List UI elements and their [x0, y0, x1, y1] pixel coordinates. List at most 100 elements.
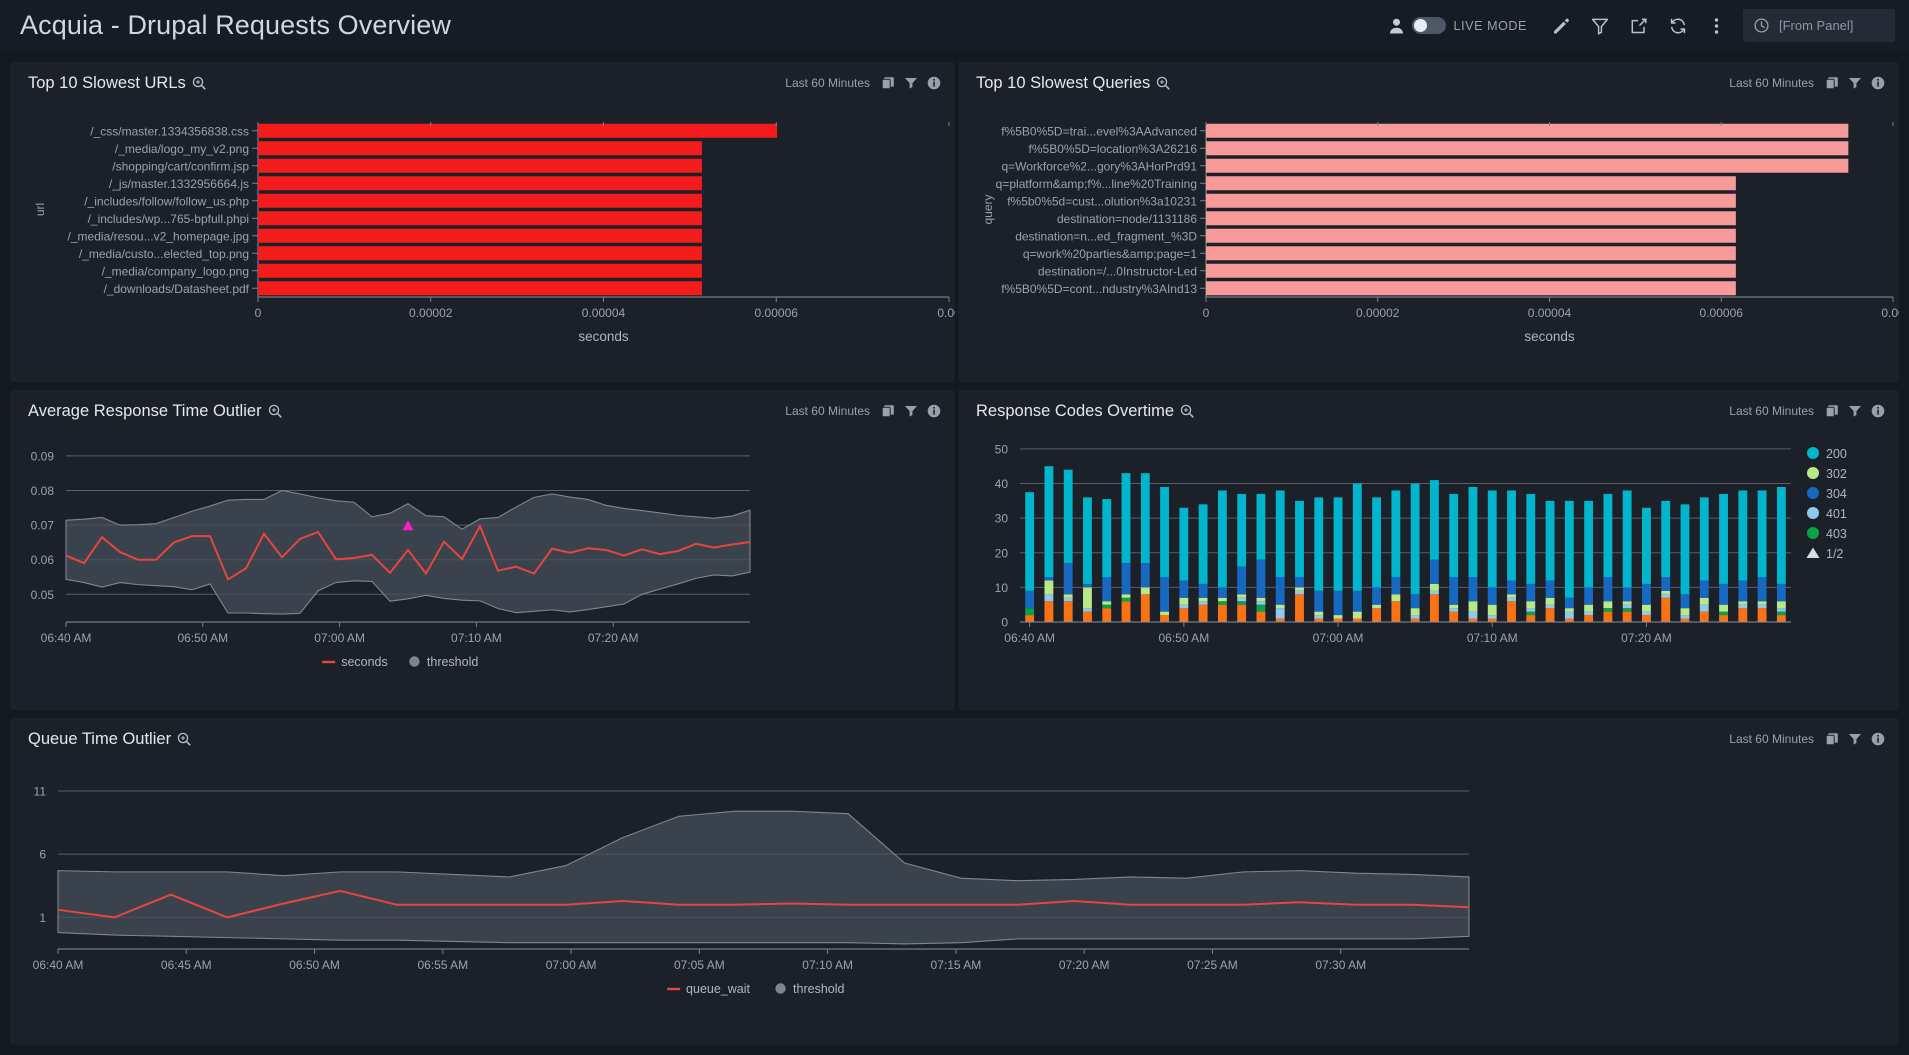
svg-text:destination=n...ed_fragment_%3: destination=n...ed_fragment_%3D — [1015, 229, 1197, 243]
panel-slowest-queries: Top 10 Slowest Queries Last 60 Minutes f… — [958, 62, 1899, 382]
pencil-icon[interactable] — [1541, 6, 1580, 45]
svg-text:threshold: threshold — [793, 982, 844, 996]
svg-text:/_includes/wp...765-bpfull.php: /_includes/wp...765-bpfull.phpi — [88, 212, 249, 226]
copy-icon[interactable] — [1825, 76, 1839, 90]
svg-text:1/2: 1/2 — [1826, 547, 1843, 561]
svg-text:06:50 AM: 06:50 AM — [1158, 631, 1209, 645]
copy-icon[interactable] — [1825, 732, 1839, 746]
panel-title-text: Top 10 Slowest URLs — [28, 74, 186, 93]
user-icon[interactable] — [1386, 18, 1408, 34]
chart-queue-time: 161106:40 AM06:45 AM06:50 AM06:55 AM07:0… — [10, 750, 1899, 1035]
svg-text:seconds: seconds — [341, 655, 388, 669]
panel-title: Queue Time Outlier — [28, 730, 191, 749]
svg-text:f%5B0%5D=trai...evel%3AAdvance: f%5B0%5D=trai...evel%3AAdvanced — [1001, 124, 1197, 138]
svg-text:/_media/resou...v2_homepage.jp: /_media/resou...v2_homepage.jpg — [68, 229, 249, 243]
svg-text:/_media/company_logo.png: /_media/company_logo.png — [102, 264, 249, 278]
svg-text:0.00004: 0.00004 — [1528, 306, 1572, 320]
panel-header: Top 10 Slowest URLs Last 60 Minutes — [10, 62, 955, 94]
funnel-icon[interactable] — [904, 76, 918, 90]
live-mode-toggle[interactable] — [1412, 17, 1446, 34]
funnel-icon[interactable] — [1848, 732, 1862, 746]
svg-text:/_includes/follow/follow_us.ph: /_includes/follow/follow_us.php — [84, 194, 249, 208]
magnifier-icon[interactable] — [1156, 76, 1170, 90]
panel-header: Response Codes Overtime Last 60 Minutes — [958, 390, 1899, 422]
copy-icon[interactable] — [1825, 404, 1839, 418]
svg-text:401: 401 — [1826, 507, 1847, 521]
svg-text:07:25 AM: 07:25 AM — [1187, 958, 1238, 972]
magnifier-icon[interactable] — [192, 76, 206, 90]
panel-time-range: Last 60 Minutes — [1729, 76, 1814, 90]
svg-text:/shopping/cart/confirm.jsp: /shopping/cart/confirm.jsp — [112, 159, 249, 173]
info-icon[interactable] — [1871, 732, 1885, 746]
panel-tools: Last 60 Minutes — [785, 404, 941, 418]
svg-text:destination=/...0Instructor-Le: destination=/...0Instructor-Led — [1038, 264, 1197, 278]
svg-text:11: 11 — [34, 784, 47, 798]
panel-title-text: Top 10 Slowest Queries — [976, 74, 1150, 93]
svg-text:threshold: threshold — [427, 655, 478, 669]
panel-time-range: Last 60 Minutes — [1729, 732, 1814, 746]
magnifier-icon[interactable] — [1180, 404, 1194, 418]
svg-text:07:10 AM: 07:10 AM — [451, 631, 502, 645]
svg-text:07:00 AM: 07:00 AM — [1313, 631, 1364, 645]
panel-tools: Last 60 Minutes — [1729, 76, 1885, 90]
panel-title: Response Codes Overtime — [976, 402, 1194, 421]
svg-text:06:40 AM: 06:40 AM — [1004, 631, 1055, 645]
svg-text:q=platform&amp;f%...line%20Tra: q=platform&amp;f%...line%20Training — [996, 177, 1197, 191]
panel-title: Top 10 Slowest URLs — [28, 74, 206, 93]
svg-text:403: 403 — [1826, 527, 1847, 541]
toolbar-actions: LIVE MODE [From Panel] — [1386, 6, 1895, 45]
time-range-value: [From Panel] — [1779, 18, 1853, 33]
panel-tools: Last 60 Minutes — [1729, 404, 1885, 418]
svg-text:06:40 AM: 06:40 AM — [33, 958, 84, 972]
chart-slowest-queries: f%5B0%5D=trai...evel%3AAdvancedf%5B0%5D=… — [958, 94, 1899, 369]
svg-text:destination=node/1131186: destination=node/1131186 — [1057, 212, 1197, 226]
svg-text:seconds: seconds — [578, 329, 629, 344]
magnifier-icon[interactable] — [177, 732, 191, 746]
clock-icon — [1754, 18, 1769, 33]
svg-text:06:50 AM: 06:50 AM — [177, 631, 228, 645]
chart-avg-response-time: 0.050.060.070.080.0906:40 AM06:50 AM07:0… — [10, 422, 955, 700]
svg-text:20: 20 — [995, 546, 1009, 560]
svg-text:07:05 AM: 07:05 AM — [674, 958, 725, 972]
magnifier-icon[interactable] — [268, 404, 282, 418]
panel-title: Average Response Time Outlier — [28, 402, 282, 421]
info-icon[interactable] — [927, 404, 941, 418]
copy-icon[interactable] — [881, 76, 895, 90]
funnel-icon[interactable] — [904, 404, 918, 418]
copy-icon[interactable] — [881, 404, 895, 418]
chart-slowest-urls: /_css/master.1334356838.css /_media/logo_… — [10, 94, 955, 369]
svg-text:0.00006: 0.00006 — [755, 306, 799, 320]
funnel-icon[interactable] — [1580, 6, 1619, 45]
svg-text:f%5b0%5d=cust...olution%3a1023: f%5b0%5d=cust...olution%3a10231 — [1007, 194, 1197, 208]
panel-response-codes: Response Codes Overtime Last 60 Minutes … — [958, 390, 1899, 710]
chart-response-codes: 0102030405006:40 AM06:50 AM07:00 AM07:10… — [958, 422, 1899, 700]
svg-text:07:30 AM: 07:30 AM — [1315, 958, 1366, 972]
share-icon[interactable] — [1619, 6, 1658, 45]
svg-text:07:20 AM: 07:20 AM — [588, 631, 639, 645]
kebab-menu-icon[interactable] — [1697, 6, 1736, 45]
svg-text:07:10 AM: 07:10 AM — [1467, 631, 1518, 645]
svg-text:07:10 AM: 07:10 AM — [802, 958, 853, 972]
svg-text:/_css/master.1334356838.css: /_css/master.1334356838.css — [90, 124, 249, 138]
info-icon[interactable] — [927, 76, 941, 90]
svg-text:07:20 AM: 07:20 AM — [1059, 958, 1110, 972]
svg-text:0.08: 0.08 — [31, 484, 55, 498]
svg-text:/_js/master.1332956664.js: /_js/master.1332956664.js — [109, 177, 249, 191]
svg-text:0: 0 — [255, 306, 262, 320]
info-icon[interactable] — [1871, 404, 1885, 418]
live-mode-label: LIVE MODE — [1454, 19, 1527, 33]
panel-title: Top 10 Slowest Queries — [976, 74, 1170, 93]
page-title: Acquia - Drupal Requests Overview — [20, 10, 451, 41]
svg-text:/_media/logo_my_v2.png: /_media/logo_my_v2.png — [115, 142, 249, 156]
panel-time-range: Last 60 Minutes — [785, 76, 870, 90]
svg-text:seconds: seconds — [1524, 329, 1575, 344]
funnel-icon[interactable] — [1848, 76, 1862, 90]
svg-text:0: 0 — [1203, 306, 1210, 320]
funnel-icon[interactable] — [1848, 404, 1862, 418]
dashboard-toolbar: Acquia - Drupal Requests Overview LIVE M… — [0, 0, 1909, 51]
svg-text:06:40 AM: 06:40 AM — [41, 631, 92, 645]
info-icon[interactable] — [1871, 76, 1885, 90]
panel-title-text: Average Response Time Outlier — [28, 402, 262, 421]
time-range-picker[interactable]: [From Panel] — [1743, 9, 1895, 42]
refresh-icon[interactable] — [1658, 6, 1697, 45]
